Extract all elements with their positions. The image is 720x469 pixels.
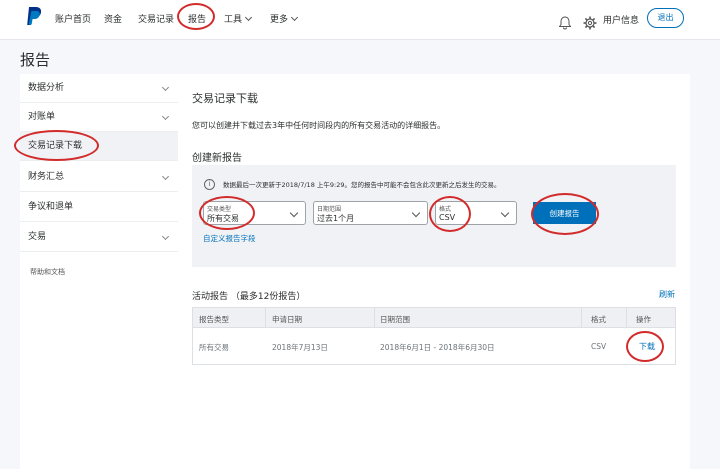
column-header: 报告类型	[199, 315, 229, 324]
chevron-down-icon	[289, 208, 299, 218]
info-icon: i	[204, 179, 215, 190]
custom-fields-link[interactable]: 自定义报告字段	[203, 233, 256, 244]
nav-more-label: 更多	[270, 15, 289, 25]
nav-tools-label: 工具	[224, 15, 243, 25]
chevron-down-icon	[161, 83, 170, 92]
chevron-down-icon	[161, 232, 170, 241]
sidebar-item-activity-download[interactable]: 交易记录下载	[20, 132, 178, 161]
sidebar-item-label: 交易	[28, 232, 47, 242]
select-value: CSV	[439, 213, 456, 222]
column-header: 格式	[591, 315, 606, 324]
page-title: 报告	[20, 51, 51, 69]
chevron-down-icon	[411, 208, 421, 218]
sidebar-item-label: 对账单	[28, 112, 56, 122]
sidebar-item-label: 财务汇总	[28, 172, 65, 182]
select-value: 所有交易	[207, 214, 239, 223]
cell-format: CSV	[591, 342, 607, 351]
column-divider	[374, 308, 375, 328]
table-header: 报告类型 申请日期 日期范围 格式 操作	[193, 308, 675, 328]
column-header: 申请日期	[272, 315, 302, 324]
paypal-logo-icon[interactable]	[26, 6, 42, 28]
cell-request-date: 2018年7月13日	[272, 343, 328, 352]
gear-icon[interactable]	[583, 16, 597, 30]
nav-tools[interactable]: 工具	[224, 12, 253, 25]
chevron-down-icon	[244, 13, 253, 22]
reports-table: 报告类型 申请日期 日期范围 格式 操作 所有交易 2018年7月13日 201…	[192, 307, 676, 365]
sidebar-item-transactions[interactable]: 交易	[20, 223, 178, 252]
logout-button[interactable]: 退出	[647, 8, 684, 28]
column-divider	[265, 308, 266, 328]
help-docs-link[interactable]: 帮助和文档	[30, 267, 65, 277]
sidebar-item-analytics[interactable]: 数据分析	[20, 74, 178, 103]
cell-report-type: 所有交易	[199, 343, 229, 352]
chevron-down-icon	[290, 13, 299, 22]
main-content: 交易记录下载 您可以创建并下载过去3年中任何时间段内的所有交易活动的详细报告。 …	[178, 74, 690, 469]
select-label: 格式	[439, 206, 452, 213]
nav-account-home[interactable]: 账户首页	[55, 12, 91, 25]
table-row: 所有交易 2018年7月13日 2018年6月1日 - 2018年6月30日 C…	[193, 328, 675, 365]
nav-more[interactable]: 更多	[270, 12, 299, 25]
sidebar: 数据分析 对账单 交易记录下载 财务汇总 争议和退单 交易 帮助和文档	[20, 74, 178, 469]
refresh-link[interactable]: 刷新	[659, 289, 675, 300]
info-text: 数据最后一次更新于2018/7/18 上午9:29。您的报告中可能不会包含此次更…	[223, 181, 501, 189]
sidebar-item-label: 交易记录下载	[28, 141, 83, 151]
sidebar-item-disputes[interactable]: 争议和退单	[20, 193, 178, 222]
create-report-button[interactable]: 创建报告	[533, 202, 596, 224]
chevron-down-icon	[500, 208, 510, 218]
column-header: 日期范围	[380, 315, 410, 324]
format-select[interactable]: 格式 CSV	[435, 201, 517, 225]
date-range-select[interactable]: 日期范围 过去1个月	[313, 201, 428, 225]
column-divider	[581, 308, 582, 328]
select-label: 日期范围	[317, 206, 342, 213]
nav-funds[interactable]: 资金	[104, 12, 122, 25]
select-value: 过去1个月	[317, 214, 355, 223]
top-nav: 账户首页 资金 交易记录 报告 工具 更多 用户信息 退出	[0, 0, 720, 40]
section-title: 交易记录下载	[192, 92, 258, 105]
chevron-down-icon	[161, 172, 170, 181]
nav-reports[interactable]: 报告	[188, 12, 206, 25]
create-report-panel: i 数据最后一次更新于2018/7/18 上午9:29。您的报告中可能不会包含此…	[192, 165, 676, 267]
select-label: 交易类型	[207, 206, 232, 213]
sidebar-item-statements[interactable]: 对账单	[20, 103, 178, 132]
create-report-title: 创建新报告	[192, 153, 242, 164]
section-description: 您可以创建并下载过去3年中任何时间段内的所有交易活动的详细报告。	[192, 121, 446, 130]
user-info-link[interactable]: 用户信息	[603, 13, 639, 26]
column-divider	[626, 308, 627, 328]
activity-reports-title: 活动报告 （最多12份报告）	[192, 292, 306, 302]
nav-activity[interactable]: 交易记录	[138, 12, 174, 25]
cell-date-range: 2018年6月1日 - 2018年6月30日	[380, 343, 495, 352]
chevron-down-icon	[161, 112, 170, 121]
column-header: 操作	[636, 315, 651, 324]
sidebar-item-label: 争议和退单	[28, 202, 74, 212]
transaction-type-select[interactable]: 交易类型 所有交易	[203, 201, 306, 225]
bell-icon[interactable]	[559, 16, 571, 30]
sidebar-item-label: 数据分析	[28, 83, 65, 93]
sidebar-item-financial-summary[interactable]: 财务汇总	[20, 163, 178, 192]
download-link[interactable]: 下载	[639, 341, 655, 352]
